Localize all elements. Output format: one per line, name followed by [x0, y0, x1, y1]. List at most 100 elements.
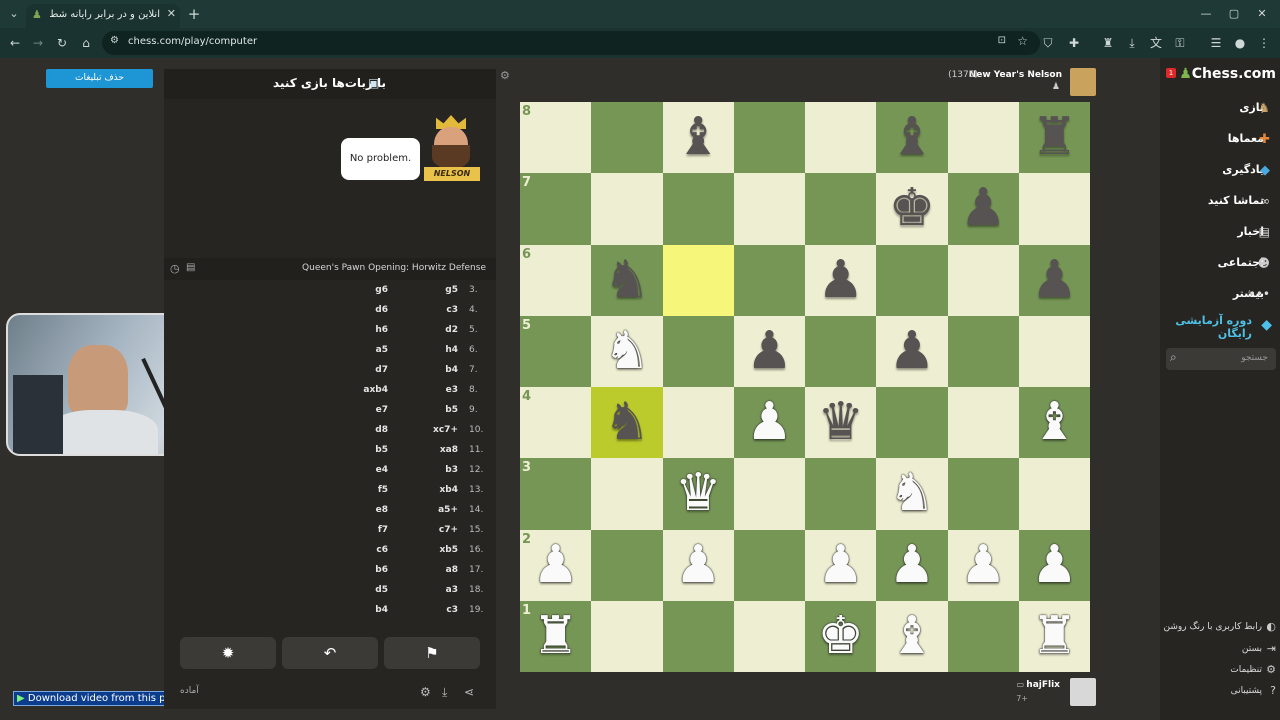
- white-move[interactable]: a3: [404, 585, 458, 595]
- browser-tab[interactable]: ♟ آنلاین و در برابر رایانه شطرنج بازی ✕: [26, 4, 180, 28]
- chesscom-logo[interactable]: ♟Chess.com: [1179, 66, 1276, 82]
- takeback-button[interactable]: ↶: [282, 637, 378, 669]
- black-move[interactable]: c6: [344, 545, 388, 555]
- white-move[interactable]: xc7+: [404, 425, 458, 435]
- square-f6[interactable]: [876, 244, 948, 316]
- chess-board[interactable]: 8 7 6 5 4 3 2 1 a b c d e f g h ♝ ♝ ♜ ♚ ♟ ♞ ♟ ♟ ♞ ♟ ♟ ♞ ♟ ♛ ♝ ♛ ♞ ♟ ♟ ♟ ♟ ♟ ♟ ♜…: [520, 102, 1090, 672]
- black-move[interactable]: a5: [344, 345, 388, 355]
- black-king-icon[interactable]: ♚: [876, 173, 947, 244]
- settings-gear-icon[interactable]: ⚙: [420, 685, 431, 699]
- share-icon[interactable]: ⋖: [464, 685, 474, 699]
- square-b3[interactable]: [591, 458, 663, 530]
- black-pawn-icon[interactable]: ♟: [876, 316, 947, 387]
- white-move[interactable]: b3: [404, 465, 458, 475]
- resign-button[interactable]: ⚑: [384, 637, 480, 669]
- profile-avatar[interactable]: ●: [1230, 33, 1250, 53]
- square-e7[interactable]: [805, 173, 877, 245]
- nav-watch[interactable]: تماشا کنید: [1208, 194, 1264, 216]
- white-pawn-icon[interactable]: ♟: [520, 530, 591, 601]
- light-ui-toggle[interactable]: رابط کاربری با رنگ روشن: [1164, 622, 1262, 632]
- square-f4[interactable]: [876, 387, 948, 459]
- white-move[interactable]: c3: [404, 605, 458, 615]
- black-move[interactable]: e7: [344, 405, 388, 415]
- opponent-avatar[interactable]: [1070, 68, 1096, 96]
- notification-badge[interactable]: 1: [1166, 68, 1176, 78]
- white-pawn-icon[interactable]: ♟: [876, 530, 947, 601]
- white-pawn-icon[interactable]: ♟: [734, 387, 805, 458]
- white-bishop-icon[interactable]: ♝: [1019, 387, 1090, 458]
- black-move[interactable]: b4: [344, 605, 388, 615]
- square-e3[interactable]: [805, 458, 877, 530]
- square-d6[interactable]: [733, 244, 805, 316]
- square-e8[interactable]: [805, 102, 877, 174]
- white-move[interactable]: xb5: [404, 545, 458, 555]
- white-move[interactable]: h4: [404, 345, 458, 355]
- square-g6[interactable]: [947, 244, 1019, 316]
- black-move[interactable]: b6: [344, 565, 388, 575]
- white-pawn-icon[interactable]: ♟: [805, 530, 876, 601]
- black-bishop-icon[interactable]: ♝: [876, 102, 947, 173]
- white-rook-icon[interactable]: ♜: [520, 601, 591, 672]
- extensions-icon[interactable]: ✚: [1064, 33, 1084, 53]
- white-king-icon[interactable]: ♚: [805, 601, 876, 672]
- white-pawn-icon[interactable]: ♟: [663, 530, 734, 601]
- close-window-icon[interactable]: ✕: [1252, 4, 1272, 24]
- square-b8[interactable]: [591, 102, 663, 174]
- settings-link[interactable]: تنظیمات: [1230, 665, 1262, 675]
- white-move[interactable]: a8: [404, 565, 458, 575]
- white-pawn-icon[interactable]: ♟: [1019, 530, 1090, 601]
- bookmark-star-icon[interactable]: ☆: [1017, 34, 1028, 48]
- free-trial-link[interactable]: دوره آزمایشی رایگان: [1172, 314, 1252, 340]
- install-app-icon[interactable]: ⊡: [998, 35, 1006, 46]
- translate-icon[interactable]: 文: [1146, 33, 1166, 53]
- square-d2[interactable]: [733, 529, 805, 601]
- menu-icon[interactable]: ⋮: [1254, 33, 1274, 53]
- square-c5[interactable]: [662, 315, 734, 387]
- timer-icon[interactable]: ◷: [170, 262, 180, 275]
- white-move[interactable]: xa8: [404, 445, 458, 455]
- address-bar[interactable]: ⚙ chess.com/play/computer ⊡ ☆: [102, 31, 1040, 55]
- square-c4[interactable]: [662, 387, 734, 459]
- black-bishop-icon[interactable]: ♝: [663, 102, 734, 173]
- black-move[interactable]: e4: [344, 465, 388, 475]
- square-d7[interactable]: [733, 173, 805, 245]
- white-move[interactable]: b5: [404, 405, 458, 415]
- square-h7[interactable]: [1018, 173, 1090, 245]
- close-tab-icon[interactable]: ✕: [167, 7, 176, 20]
- black-move[interactable]: d6: [344, 305, 388, 315]
- forward-icon[interactable]: →: [28, 33, 48, 53]
- black-move[interactable]: axb4: [344, 385, 388, 395]
- black-move[interactable]: d8: [344, 425, 388, 435]
- square-e5[interactable]: [805, 315, 877, 387]
- square-g4[interactable]: [947, 387, 1019, 459]
- black-move[interactable]: e8: [344, 505, 388, 515]
- tab-search-icon[interactable]: ⌄: [4, 4, 24, 24]
- white-move[interactable]: xb4: [404, 485, 458, 495]
- book-icon[interactable]: ▤: [186, 262, 195, 273]
- new-tab-icon[interactable]: +: [184, 4, 204, 24]
- black-pawn-icon[interactable]: ♟: [805, 245, 876, 316]
- white-queen-icon[interactable]: ♛: [663, 458, 734, 529]
- board-settings-icon[interactable]: ⚙: [500, 69, 510, 82]
- reload-icon[interactable]: ↻: [52, 33, 72, 53]
- square-c7[interactable]: [662, 173, 734, 245]
- hint-button[interactable]: ✹: [180, 637, 276, 669]
- reading-list-icon[interactable]: ☰: [1206, 33, 1226, 53]
- support-link[interactable]: پشتیبانی: [1231, 686, 1262, 696]
- home-icon[interactable]: ⌂: [76, 33, 96, 53]
- square-h5[interactable]: [1018, 315, 1090, 387]
- minimize-icon[interactable]: —: [1196, 4, 1216, 24]
- black-move[interactable]: f5: [344, 485, 388, 495]
- download-icon[interactable]: ⤓: [1122, 33, 1142, 53]
- nav-learn[interactable]: یادگیری: [1222, 163, 1264, 185]
- extension-icon[interactable]: ♜: [1098, 33, 1118, 53]
- black-pawn-icon[interactable]: ♟: [1019, 245, 1090, 316]
- white-pawn-icon[interactable]: ♟: [948, 530, 1019, 601]
- white-move[interactable]: d2: [404, 325, 458, 335]
- white-move[interactable]: c3: [404, 305, 458, 315]
- white-move[interactable]: e3: [404, 385, 458, 395]
- square-b2[interactable]: [591, 529, 663, 601]
- site-info-icon[interactable]: ⚙: [110, 35, 119, 46]
- white-move[interactable]: a5+: [404, 505, 458, 515]
- white-rook-icon[interactable]: ♜: [1019, 601, 1090, 672]
